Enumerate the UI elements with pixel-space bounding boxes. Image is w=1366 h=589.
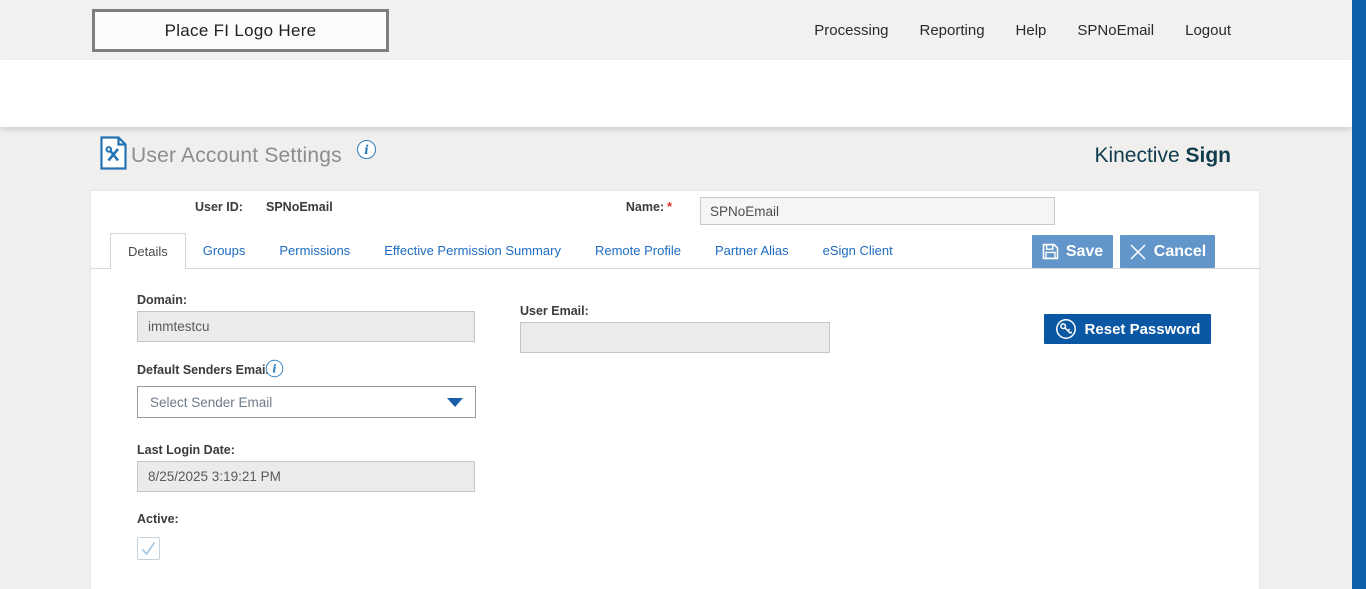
default-senders-email-dropdown[interactable]: Select Sender Email xyxy=(137,386,476,418)
page-title: User Account Settings xyxy=(131,144,342,167)
cancel-button-label: Cancel xyxy=(1153,242,1207,260)
nav-logout[interactable]: Logout xyxy=(1185,22,1231,39)
default-senders-email-info-icon[interactable] xyxy=(265,359,284,378)
domain-label: Domain: xyxy=(137,293,187,307)
tab-effective-permission-summary[interactable]: Effective Permission Summary xyxy=(367,233,578,269)
check-mark-icon xyxy=(141,541,156,556)
tab-groups[interactable]: Groups xyxy=(186,233,263,269)
active-checkbox[interactable] xyxy=(137,537,160,560)
user-email-input xyxy=(520,322,830,353)
reset-password-button[interactable]: Reset Password xyxy=(1044,314,1211,344)
tab-details[interactable]: Details xyxy=(110,233,186,269)
name-input[interactable] xyxy=(700,197,1055,225)
top-bar: Place FI Logo Here Processing Reporting … xyxy=(0,0,1352,60)
caret-down-icon xyxy=(447,397,463,407)
tab-remote-profile[interactable]: Remote Profile xyxy=(578,233,698,269)
nav-help[interactable]: Help xyxy=(1016,22,1047,39)
dropdown-selected-text: Select Sender Email xyxy=(150,394,273,410)
tab-esign-client[interactable]: eSign Client xyxy=(806,233,910,269)
active-label: Active: xyxy=(137,512,179,526)
tab-bar: Details Groups Permissions Effective Per… xyxy=(110,233,910,269)
save-button-label: Save xyxy=(1065,242,1104,260)
required-asterisk: * xyxy=(667,200,672,214)
page-header: User Account Settings Kinective Sign xyxy=(0,60,1352,170)
nav-reporting[interactable]: Reporting xyxy=(920,22,985,39)
page-title-info-icon[interactable] xyxy=(357,140,376,159)
domain-input xyxy=(137,311,475,342)
default-senders-email-label: Default Senders Email: xyxy=(137,363,274,377)
key-icon xyxy=(1055,319,1076,339)
user-account-settings-icon xyxy=(100,136,127,170)
nav-processing[interactable]: Processing xyxy=(814,22,888,39)
user-id-label: User ID: xyxy=(195,200,243,214)
reset-password-label: Reset Password xyxy=(1084,320,1201,338)
fi-logo-placeholder-label: Place FI Logo Here xyxy=(164,20,317,40)
floppy-disk-icon xyxy=(1042,243,1059,260)
name-label: Name: * xyxy=(560,200,672,214)
user-id-value: SPNoEmail xyxy=(266,200,333,214)
page: Place FI Logo Here Processing Reporting … xyxy=(0,0,1366,589)
last-login-date-input xyxy=(137,461,475,492)
brand-regular: Kinective xyxy=(1094,144,1180,167)
brand-logo: Kinective Sign xyxy=(1094,144,1231,168)
tab-partner-alias[interactable]: Partner Alias xyxy=(698,233,806,269)
x-mark-icon xyxy=(1130,243,1146,260)
cancel-button[interactable]: Cancel xyxy=(1120,235,1215,268)
top-nav: Processing Reporting Help SPNoEmail Logo… xyxy=(814,0,1231,60)
tab-permissions[interactable]: Permissions xyxy=(262,233,367,269)
name-label-text: Name: xyxy=(625,200,665,214)
save-button[interactable]: Save xyxy=(1032,235,1113,268)
fi-logo-placeholder[interactable]: Place FI Logo Here xyxy=(92,9,389,52)
brand-bold: Sign xyxy=(1185,144,1232,167)
vertical-scrollbar[interactable] xyxy=(1352,0,1366,589)
last-login-date-label: Last Login Date: xyxy=(137,443,235,457)
nav-user-menu[interactable]: SPNoEmail xyxy=(1077,22,1154,39)
user-email-label: User Email: xyxy=(520,304,589,318)
